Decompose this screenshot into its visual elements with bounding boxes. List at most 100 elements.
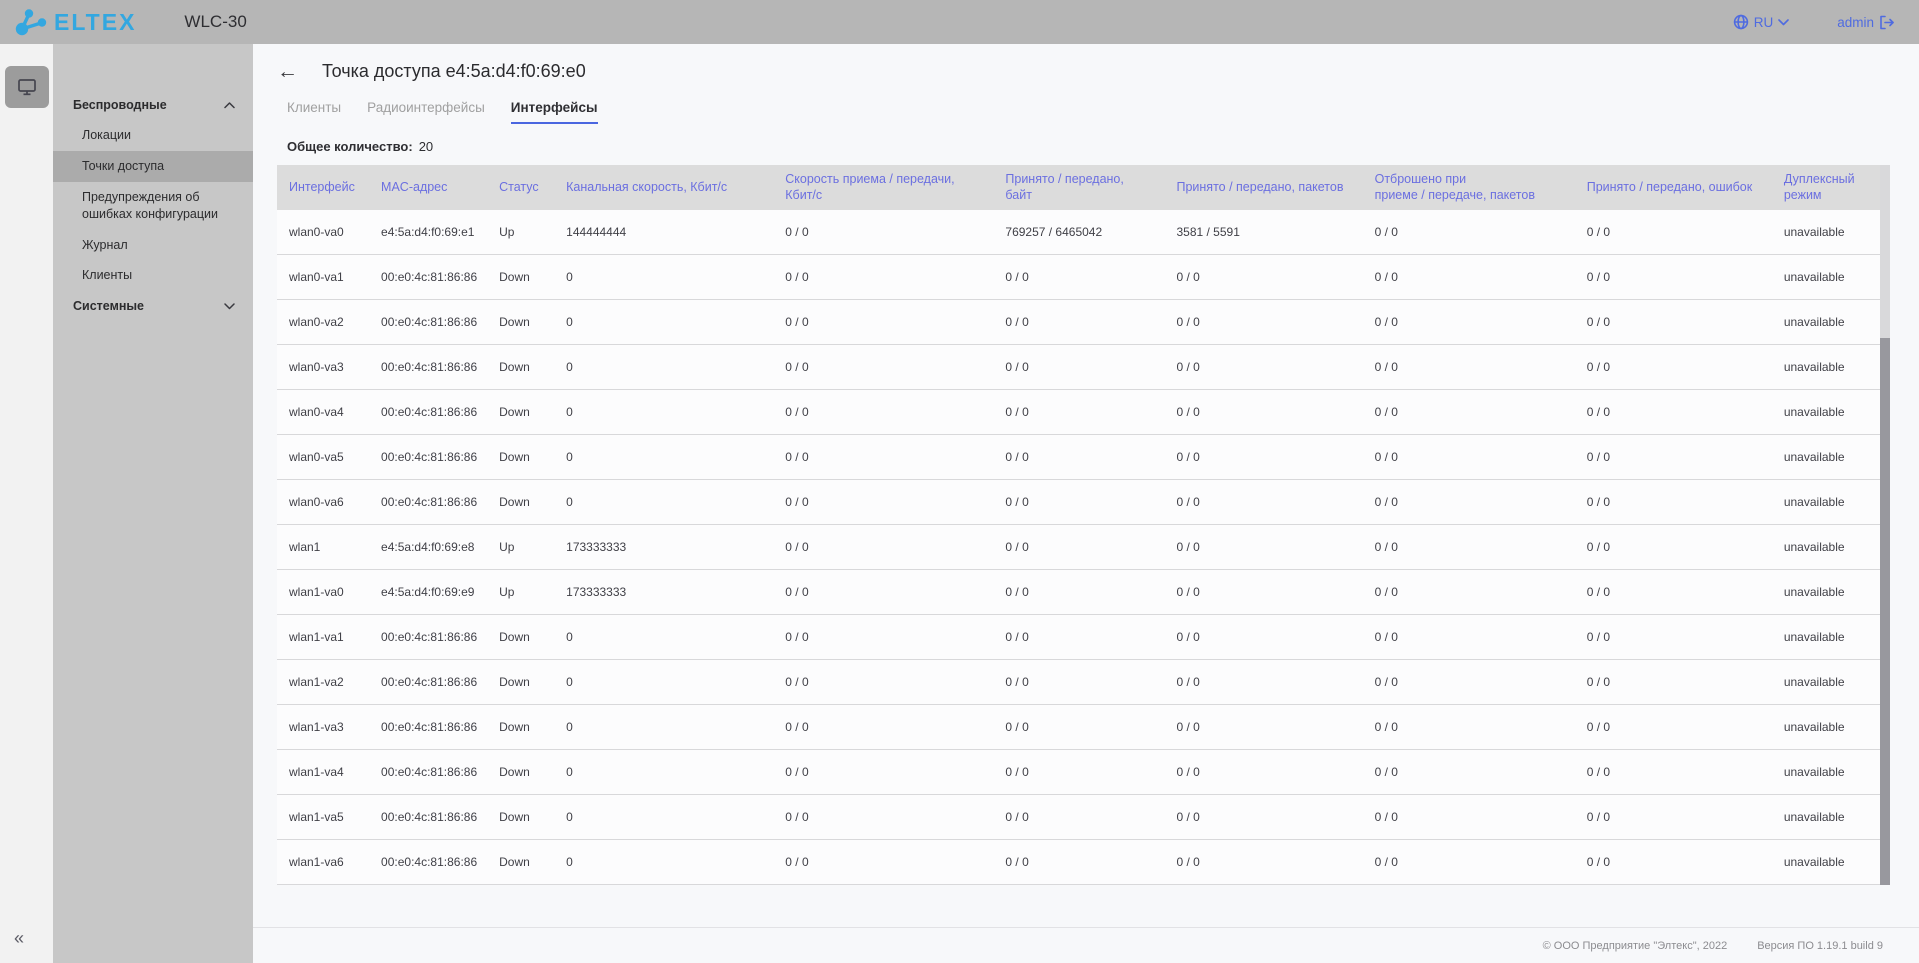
table-row[interactable]: wlan1e4:5a:d4:f0:69:e8Up1733333330 / 00 …	[277, 525, 1889, 570]
sidebar-item-Точки доступа[interactable]: Точки доступа	[53, 151, 253, 182]
column-header: Отброшено при приеме / передаче, пакетов	[1363, 165, 1575, 210]
interfaces-table: ИнтерфейсMAC-адресСтатусКанальная скорос…	[277, 165, 1889, 885]
cell: 0 / 0	[773, 660, 993, 705]
cell: 0 / 0	[1164, 390, 1362, 435]
tab-Клиенты[interactable]: Клиенты	[287, 100, 341, 124]
cell: unavailable	[1772, 570, 1889, 615]
cell: 0 / 0	[993, 390, 1164, 435]
chevron-up-icon	[224, 102, 235, 109]
cell: 0 / 0	[1575, 480, 1772, 525]
cell: 00:e0:4c:81:86:86	[369, 750, 487, 795]
cell: wlan1-va2	[277, 660, 369, 705]
collapse-sidebar-button[interactable]: «	[14, 928, 24, 949]
cell: 0	[554, 840, 773, 885]
table-row[interactable]: wlan0-va300:e0:4c:81:86:86Down00 / 00 / …	[277, 345, 1889, 390]
cell: 0 / 0	[773, 705, 993, 750]
cell: 00:e0:4c:81:86:86	[369, 255, 487, 300]
cell: 0 / 0	[1363, 750, 1575, 795]
product-name: WLC-30	[184, 12, 246, 32]
monitoring-section-button[interactable]	[5, 66, 49, 108]
cell: 0 / 0	[993, 570, 1164, 615]
table-row[interactable]: wlan0-va0e4:5a:d4:f0:69:e1Up1444444440 /…	[277, 210, 1889, 255]
table-row[interactable]: wlan0-va500:e0:4c:81:86:86Down00 / 00 / …	[277, 435, 1889, 480]
total-count-value: 20	[419, 139, 433, 154]
column-header: Принято / передано, пакетов	[1164, 165, 1362, 210]
cell: 00:e0:4c:81:86:86	[369, 705, 487, 750]
cell: unavailable	[1772, 615, 1889, 660]
user-menu[interactable]: admin	[1837, 15, 1895, 30]
table-scrollbar[interactable]	[1880, 165, 1890, 885]
cell: 0 / 0	[1575, 705, 1772, 750]
cell: 0 / 0	[1164, 660, 1362, 705]
cell: 0 / 0	[1575, 525, 1772, 570]
table-row[interactable]: wlan0-va200:e0:4c:81:86:86Down00 / 00 / …	[277, 300, 1889, 345]
chevron-down-icon	[1778, 19, 1789, 26]
cell: 0 / 0	[1363, 255, 1575, 300]
table-row[interactable]: wlan0-va600:e0:4c:81:86:86Down00 / 00 / …	[277, 480, 1889, 525]
table-row[interactable]: wlan1-va200:e0:4c:81:86:86Down00 / 00 / …	[277, 660, 1889, 705]
language-selector[interactable]: RU	[1733, 14, 1790, 30]
sidebar-item-Журнал[interactable]: Журнал	[53, 230, 253, 261]
table-row[interactable]: wlan1-va0e4:5a:d4:f0:69:e9Up1733333330 /…	[277, 570, 1889, 615]
tab-Радиоинтерфейсы[interactable]: Радиоинтерфейсы	[367, 100, 485, 124]
cell: 0 / 0	[1575, 750, 1772, 795]
table-scrollbar-thumb[interactable]	[1880, 338, 1890, 885]
cell: 00:e0:4c:81:86:86	[369, 615, 487, 660]
cell: 0 / 0	[1363, 300, 1575, 345]
sidebar-item-Клиенты[interactable]: Клиенты	[53, 260, 253, 291]
sidebar-group-Беспроводные[interactable]: Беспроводные	[53, 90, 253, 120]
cell: 0 / 0	[773, 615, 993, 660]
cell: 0 / 0	[773, 390, 993, 435]
cell: 0 / 0	[993, 840, 1164, 885]
cell: 0 / 0	[773, 480, 993, 525]
cell: wlan1-va1	[277, 615, 369, 660]
cell: 0 / 0	[1164, 300, 1362, 345]
cell: 0 / 0	[993, 795, 1164, 840]
cell: 0 / 0	[1575, 210, 1772, 255]
cell: 0 / 0	[993, 750, 1164, 795]
cell: 0	[554, 435, 773, 480]
topbar: ELTEX WLC-30 RU admin	[0, 0, 1919, 44]
version: Версия ПО 1.19.1 build 9	[1757, 940, 1883, 952]
table-row[interactable]: wlan1-va500:e0:4c:81:86:86Down00 / 00 / …	[277, 795, 1889, 840]
sidebar-item-Локации[interactable]: Локации	[53, 120, 253, 151]
cell: e4:5a:d4:f0:69:e1	[369, 210, 487, 255]
cell: wlan1	[277, 525, 369, 570]
cell: 0 / 0	[1575, 660, 1772, 705]
cell: 173333333	[554, 525, 773, 570]
cell: 0 / 0	[1363, 525, 1575, 570]
cell: wlan1-va6	[277, 840, 369, 885]
sidebar-group-Системные[interactable]: Системные	[53, 291, 253, 321]
table-row[interactable]: wlan0-va100:e0:4c:81:86:86Down00 / 00 / …	[277, 255, 1889, 300]
copyright: © ООО Предприятие "Элтекс", 2022	[1543, 940, 1728, 952]
cell: 0	[554, 795, 773, 840]
tab-Интерфейсы[interactable]: Интерфейсы	[511, 100, 598, 124]
table-row[interactable]: wlan0-va400:e0:4c:81:86:86Down00 / 00 / …	[277, 390, 1889, 435]
cell: wlan1-va5	[277, 795, 369, 840]
icon-rail: «	[0, 44, 53, 963]
cell: Down	[487, 795, 554, 840]
cell: Down	[487, 255, 554, 300]
cell: 0 / 0	[1575, 300, 1772, 345]
cell: 0	[554, 480, 773, 525]
table-header-row: ИнтерфейсMAC-адресСтатусКанальная скорос…	[277, 165, 1889, 210]
cell: 0 / 0	[773, 210, 993, 255]
column-header: Принято / передано, ошибок	[1575, 165, 1772, 210]
table-row[interactable]: wlan1-va600:e0:4c:81:86:86Down00 / 00 / …	[277, 840, 1889, 885]
cell: 0 / 0	[993, 345, 1164, 390]
cell: unavailable	[1772, 390, 1889, 435]
cell: 0 / 0	[773, 795, 993, 840]
cell: 0 / 0	[1363, 390, 1575, 435]
table-row[interactable]: wlan1-va300:e0:4c:81:86:86Down00 / 00 / …	[277, 705, 1889, 750]
cell: 0 / 0	[993, 705, 1164, 750]
cell: 0 / 0	[1164, 750, 1362, 795]
cell: 0 / 0	[1575, 390, 1772, 435]
column-header: Интерфейс	[277, 165, 369, 210]
cell: 00:e0:4c:81:86:86	[369, 300, 487, 345]
table-row[interactable]: wlan1-va400:e0:4c:81:86:86Down00 / 00 / …	[277, 750, 1889, 795]
sidebar-item-Предупреждения об ошибках конфигурации[interactable]: Предупреждения об ошибках конфигурации	[53, 182, 253, 230]
table-row[interactable]: wlan1-va100:e0:4c:81:86:86Down00 / 00 / …	[277, 615, 1889, 660]
column-header: Статус	[487, 165, 554, 210]
cell: e4:5a:d4:f0:69:e8	[369, 525, 487, 570]
back-button[interactable]: ←	[277, 61, 298, 82]
